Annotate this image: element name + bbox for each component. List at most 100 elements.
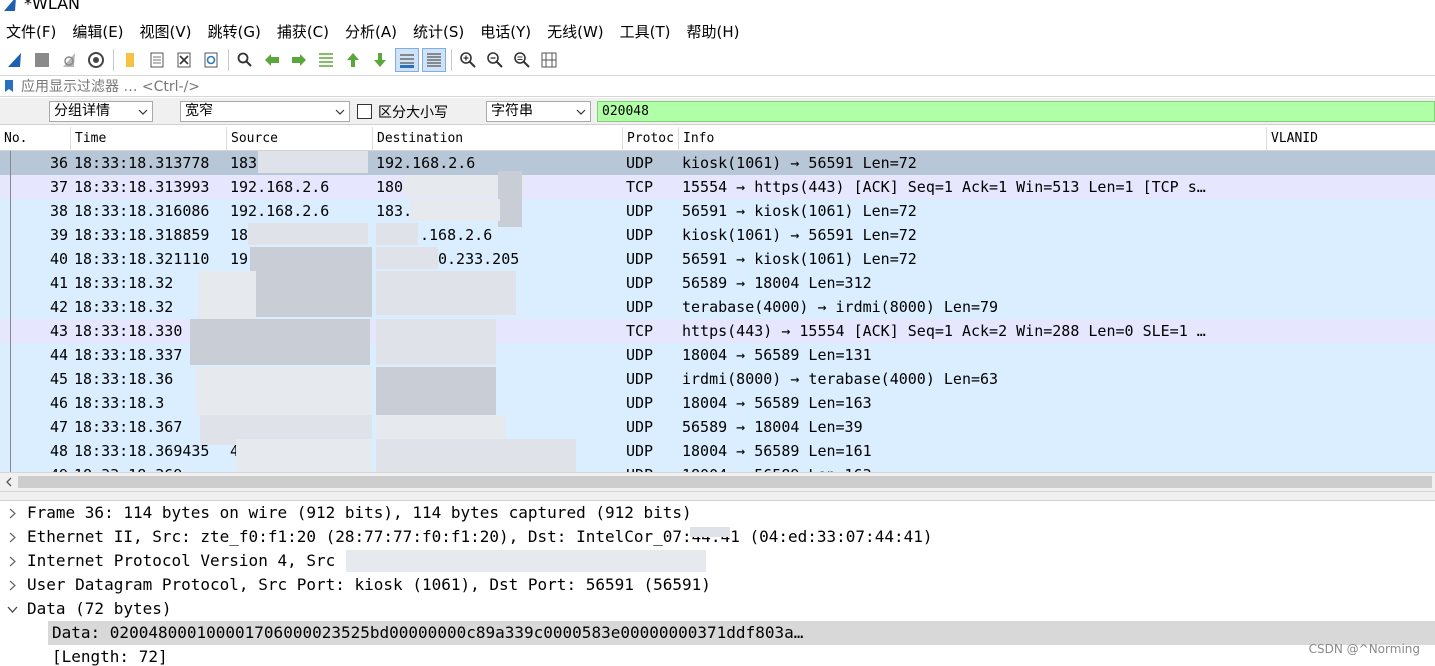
menu-go[interactable]: 跳转(G) [208,21,261,43]
menu-file[interactable]: 文件(F) [6,21,56,43]
packet-list-hscrollbar[interactable] [0,472,1435,492]
detail-tree-item[interactable]: Internet Protocol Version 4, Src [0,549,1435,573]
packet-no: 39 [49,226,68,244]
open-folder-icon[interactable] [118,48,142,72]
menu-wireless[interactable]: 无线(W) [547,21,604,43]
redaction-mosaic [376,319,496,365]
packet-no: 47 [49,418,68,436]
packet-info: 18004 → 56589 Len=131 [682,346,872,364]
colorize-icon[interactable] [422,48,446,72]
restart-fin-icon[interactable] [57,48,81,72]
chevron-right-icon[interactable] [5,549,19,573]
packet-row[interactable]: 40 18:33:18.321110 19 0.233.205 UDP 5659… [0,247,1435,271]
column-header-info[interactable]: Info [679,127,1267,151]
options-gear-icon[interactable] [84,48,108,72]
menu-capture[interactable]: 捕获(C) [277,21,329,43]
column-header-time[interactable]: Time [71,127,227,151]
detail-tree-item[interactable]: Data (72 bytes) [0,597,1435,621]
zoom-out-icon[interactable] [483,48,507,72]
column-header-source[interactable]: Source [227,127,373,151]
row-gutter [10,415,11,439]
packet-no: 37 [49,178,68,196]
case-sensitive-toggle[interactable]: 区分大小写 [357,101,448,122]
menu-help[interactable]: 帮助(H) [687,21,740,43]
packet-source: 192.168.2.6 [230,202,330,220]
packet-info: kiosk(1061) → 56591 Len=72 [682,226,917,244]
autoscroll-icon[interactable] [395,48,419,72]
detail-tree-child[interactable]: [Length: 72] [0,645,1435,666]
packet-row[interactable]: 36 18:33:18.313778 183.… 192.168.2.6 UDP… [0,151,1435,175]
packet-row[interactable]: 37 18:33:18.313993 192.168.2.6 180. TCP … [0,175,1435,199]
detail-tree-item[interactable]: Frame 36: 114 bytes on wire (912 bits), … [0,501,1435,525]
packet-time: 18:33:18.318859 [74,226,210,244]
packet-no: 43 [49,322,68,340]
packet-no: 36 [49,154,68,172]
menu-tools[interactable]: 工具(T) [620,21,671,43]
go-back-arrow-icon[interactable] [260,48,284,72]
stop-square-icon[interactable] [30,48,54,72]
packet-protocol: TCP [626,178,654,196]
detail-tree-child[interactable]: Data: 020048000100001706000023525bd00000… [48,621,1435,645]
redaction-mosaic [346,550,706,572]
search-input[interactable]: 020048 [597,101,1435,122]
pane-splitter[interactable] [0,492,1435,501]
window-titlebar: *WLAN [0,0,1435,14]
detail-tree-label: Data: 020048000100001706000023525bd00000… [52,623,804,642]
save-file-icon[interactable] [145,48,169,72]
packet-no: 45 [49,370,68,388]
scrollbar-thumb[interactable] [18,476,1432,488]
packet-info: 18004 → 56589 Len=163 [682,463,1266,472]
column-header-vlanid[interactable]: VLANID [1267,127,1435,151]
redaction-mosaic [376,247,438,269]
menu-view[interactable]: 视图(V) [140,21,192,43]
case-sensitive-checkbox[interactable] [357,104,372,119]
detail-tree-label: Ethernet II, Src: zte_f0:f1:20 (28:77:77… [27,527,933,546]
packet-protocol: UDP [626,226,654,244]
packet-protocol: UDP [626,274,654,292]
chevron-down-icon[interactable] [5,597,19,621]
chevron-right-icon[interactable] [5,573,19,597]
detail-tree-item[interactable]: User Datagram Protocol, Src Port: kiosk … [0,573,1435,597]
search-in-select[interactable]: 分组详情 [49,101,153,122]
row-gutter [10,319,11,343]
menu-analyze[interactable]: 分析(A) [345,21,397,43]
menu-bar: 文件(F) 编辑(E) 视图(V) 跳转(G) 捕获(C) 分析(A) 统计(S… [0,20,1435,44]
shark-fin-start-icon[interactable] [3,48,27,72]
chevron-right-icon[interactable] [5,501,19,525]
char-width-select[interactable]: 宽窄 [180,101,350,122]
scroll-left-icon[interactable] [2,474,16,490]
packet-protocol: UDP [626,442,654,460]
packet-no: 41 [49,274,68,292]
row-gutter [10,367,11,391]
column-header-no[interactable]: No. [0,127,71,151]
column-header-destination[interactable]: Destination [373,127,623,151]
find-magnifier-icon[interactable] [233,48,257,72]
toolbar-separator [228,49,229,71]
go-last-icon[interactable] [368,48,392,72]
packet-info: 18004 → 56589 Len=161 [682,442,872,460]
reload-icon[interactable] [199,48,223,72]
search-type-select[interactable]: 字符串 [486,101,591,122]
chevron-down-icon [575,102,587,121]
go-first-icon[interactable] [341,48,365,72]
zoom-in-icon[interactable] [456,48,480,72]
display-filter-input[interactable]: 应用显示过滤器 … <Ctrl-/> [21,76,200,96]
zoom-normal-icon[interactable] [510,48,534,72]
go-forward-arrow-icon[interactable] [287,48,311,72]
menu-telephony[interactable]: 电话(Y) [480,21,531,43]
menu-statistics[interactable]: 统计(S) [413,21,464,43]
go-to-packet-icon[interactable] [314,48,338,72]
close-file-icon[interactable] [172,48,196,72]
column-header-protocol[interactable]: Protoc [623,127,679,151]
chevron-down-icon [334,102,346,121]
display-filter-bar[interactable]: 应用显示过滤器 … <Ctrl-/> [0,75,1435,97]
bookmark-icon[interactable] [3,78,15,94]
packet-row[interactable]: 49 18:33:18.369 UDP 18004 → 56589 Len=16… [0,463,1435,472]
resize-columns-icon[interactable] [537,48,561,72]
packet-info: 18004 → 56589 Len=163 [682,394,872,412]
chevron-right-icon[interactable] [5,525,19,549]
packet-row[interactable]: 39 18:33:18.318859 18 .168.2.6 UDP kiosk… [0,223,1435,247]
packet-row[interactable]: 38 18:33:18.316086 192.168.2.6 183. UDP … [0,199,1435,223]
packet-info: 56591 → kiosk(1061) Len=72 [682,250,917,268]
menu-edit[interactable]: 编辑(E) [72,21,123,43]
